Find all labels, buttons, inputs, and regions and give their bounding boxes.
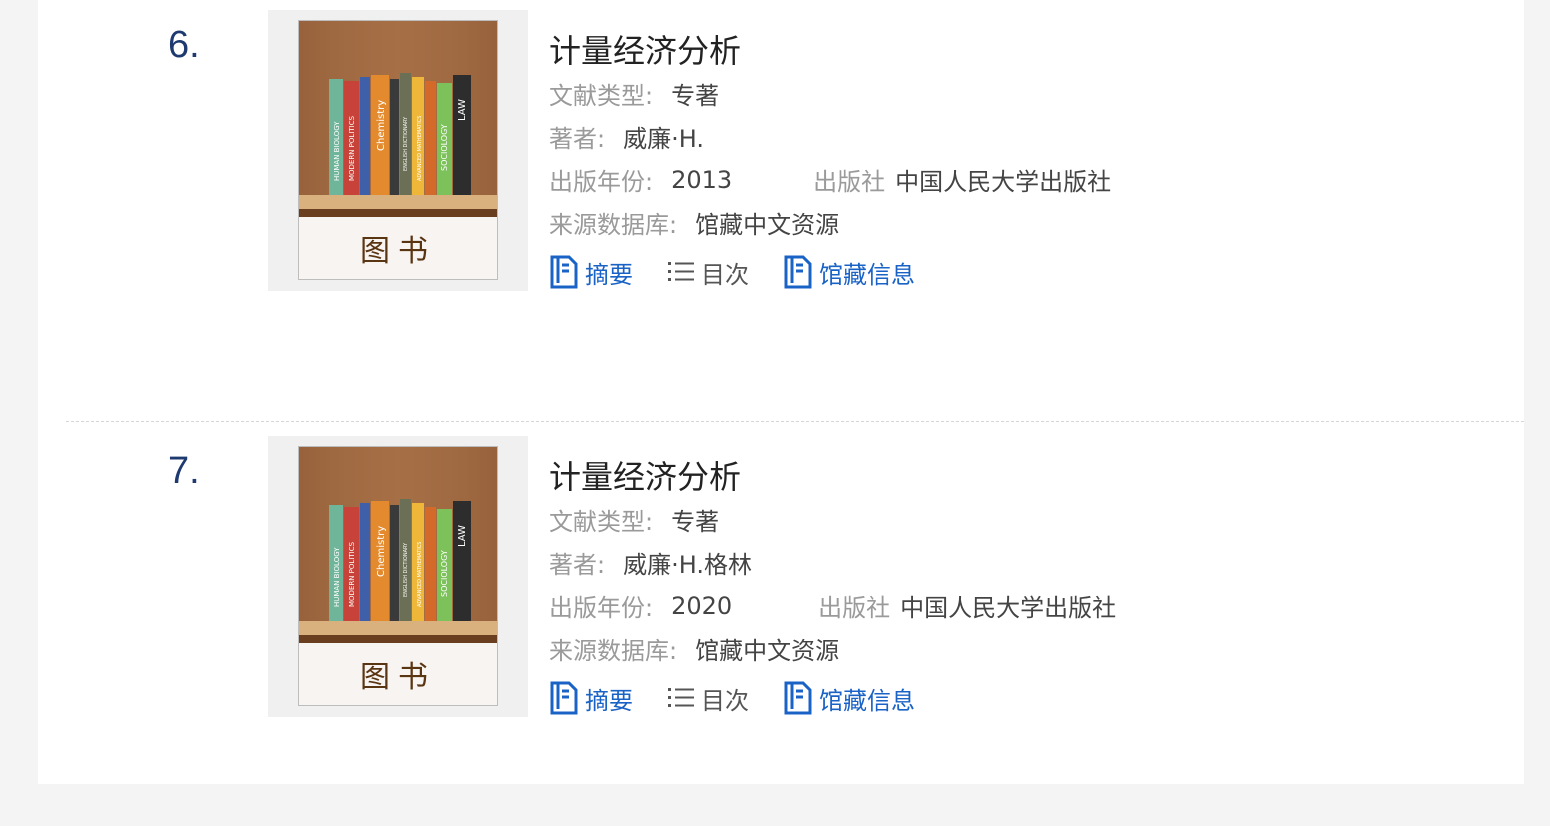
holdings-label: 馆藏信息 bbox=[819, 686, 915, 715]
result-index: 7. bbox=[168, 450, 200, 492]
type-label: 文献类型: bbox=[549, 82, 654, 110]
abstract-label: 摘要 bbox=[585, 686, 633, 715]
abstract-button[interactable]: 摘要 bbox=[549, 255, 633, 290]
holdings-button[interactable]: 馆藏信息 bbox=[783, 681, 915, 716]
author-label: 著者: bbox=[549, 125, 606, 153]
author-value: 威廉·H.格林 bbox=[623, 551, 752, 579]
year-value: 2013 bbox=[671, 165, 733, 194]
spine-title: MODERN POLITICS bbox=[348, 541, 356, 607]
document-icon bbox=[550, 681, 578, 715]
bookshelf-illustration: HUMAN BIOLOGY MODERN POLITICS Chemistry … bbox=[299, 21, 497, 217]
toc-button[interactable]: 目次 bbox=[667, 681, 749, 716]
type-value: 专著 bbox=[671, 508, 720, 536]
spine-title: SOCIOLOGY bbox=[440, 124, 449, 171]
spine-title: Chemistry bbox=[376, 526, 387, 577]
book-cover[interactable]: HUMAN BIOLOGY MODERN POLITICS Chemistry … bbox=[268, 10, 528, 291]
author-row: 著者: 威廉·H. bbox=[549, 115, 1449, 158]
spine-title: HUMAN BIOLOGY bbox=[333, 547, 341, 607]
result-item: 7. HUMAN BIOLOGY MODERN POLITICS Chemist… bbox=[38, 426, 1524, 826]
publisher-value: 中国人民大学出版社 bbox=[895, 168, 1112, 196]
author-row: 著者: 威廉·H.格林 bbox=[549, 541, 1449, 584]
publisher-value: 中国人民大学出版社 bbox=[900, 594, 1117, 622]
year-label: 出版年份: bbox=[549, 168, 654, 196]
type-value: 专著 bbox=[671, 82, 720, 110]
spine-title: LAW bbox=[457, 99, 468, 121]
book-cover[interactable]: HUMAN BIOLOGY MODERN POLITICS Chemistry … bbox=[268, 436, 528, 717]
results-panel: 6. HUMAN BIOLOGY MODERN POLITICS Chemist… bbox=[38, 0, 1524, 784]
result-info: 计量经济分析 文献类型: 专著 著者: 威廉·H. 出版年份: 2013 出版社… bbox=[549, 26, 1449, 290]
spine-title: LAW bbox=[457, 525, 468, 547]
spine-title: MODERN POLITICS bbox=[348, 115, 356, 181]
result-info: 计量经济分析 文献类型: 专著 著者: 威廉·H.格林 出版年份: 2020 出… bbox=[549, 452, 1449, 716]
holdings-button[interactable]: 馆藏信息 bbox=[783, 255, 915, 290]
type-row: 文献类型: 专著 bbox=[549, 498, 1449, 541]
source-label: 来源数据库: bbox=[549, 211, 678, 239]
source-row: 来源数据库: 馆藏中文资源 bbox=[549, 627, 1449, 670]
source-value: 馆藏中文资源 bbox=[695, 637, 840, 665]
action-bar: 摘要 目次 馆藏信息 bbox=[549, 254, 1449, 290]
bookshelf-illustration: HUMAN BIOLOGY MODERN POLITICS Chemistry … bbox=[299, 447, 497, 643]
document-icon bbox=[784, 255, 812, 289]
year-row: 出版年份: 2013 出版社 中国人民大学出版社 bbox=[549, 158, 1449, 201]
year-row: 出版年份: 2020 出版社 中国人民大学出版社 bbox=[549, 584, 1449, 627]
abstract-label: 摘要 bbox=[585, 260, 633, 289]
result-index: 6. bbox=[168, 24, 200, 66]
spine-title: SOCIOLOGY bbox=[440, 550, 449, 597]
spine-title: HUMAN BIOLOGY bbox=[333, 121, 341, 181]
author-label: 著者: bbox=[549, 551, 606, 579]
type-row: 文献类型: 专著 bbox=[549, 72, 1449, 115]
source-row: 来源数据库: 馆藏中文资源 bbox=[549, 201, 1449, 244]
toc-label: 目次 bbox=[701, 686, 749, 715]
type-label: 文献类型: bbox=[549, 508, 654, 536]
spine-title: ADVANCED MATHEMATICS bbox=[417, 116, 423, 181]
list-icon bbox=[668, 688, 694, 707]
spine-title: ENGLISH DICTIONARY bbox=[403, 542, 409, 597]
source-value: 馆藏中文资源 bbox=[695, 211, 840, 239]
spine-title: ADVANCED MATHEMATICS bbox=[417, 542, 423, 607]
publisher-label: 出版社 bbox=[818, 594, 891, 622]
spine-title: Chemistry bbox=[376, 100, 387, 151]
document-icon bbox=[550, 255, 578, 289]
cover-label: 图书 bbox=[299, 643, 497, 705]
source-label: 来源数据库: bbox=[549, 637, 678, 665]
holdings-label: 馆藏信息 bbox=[819, 260, 915, 289]
divider bbox=[66, 421, 1524, 422]
toc-button[interactable]: 目次 bbox=[667, 255, 749, 290]
year-value: 2020 bbox=[671, 591, 733, 620]
author-value: 威廉·H. bbox=[623, 125, 704, 153]
abstract-button[interactable]: 摘要 bbox=[549, 681, 633, 716]
toc-label: 目次 bbox=[701, 260, 749, 289]
document-icon bbox=[784, 681, 812, 715]
action-bar: 摘要 目次 馆藏信息 bbox=[549, 680, 1449, 716]
cover-label: 图书 bbox=[299, 217, 497, 279]
result-item: 6. HUMAN BIOLOGY MODERN POLITICS Chemist… bbox=[38, 0, 1524, 400]
publisher-label: 出版社 bbox=[813, 168, 886, 196]
spine-title: ENGLISH DICTIONARY bbox=[403, 116, 409, 171]
result-title[interactable]: 计量经济分析 bbox=[549, 26, 1449, 70]
result-title[interactable]: 计量经济分析 bbox=[549, 452, 1449, 496]
list-icon bbox=[668, 262, 694, 281]
year-label: 出版年份: bbox=[549, 594, 654, 622]
